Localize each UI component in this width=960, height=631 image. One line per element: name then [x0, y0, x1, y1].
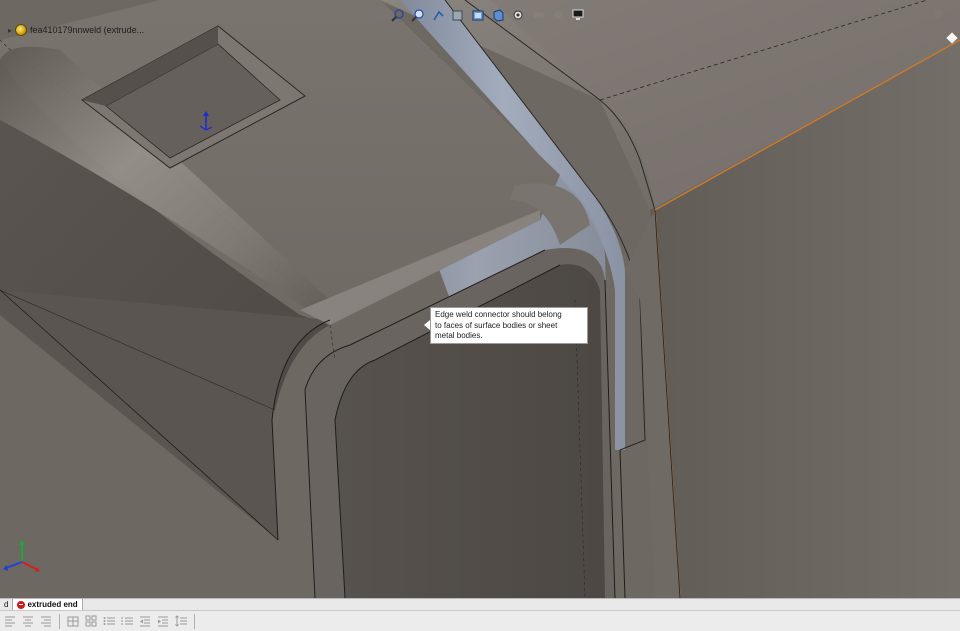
callout-line-3: metal bodies. [435, 331, 483, 340]
zoom-to-area-icon[interactable] [410, 7, 426, 23]
view-orientation-triad-icon [3, 540, 40, 572]
error-callout: Edge weld connector should belong to fac… [430, 307, 588, 344]
grid-icon[interactable] [84, 614, 98, 628]
expand-arrow-icon[interactable]: ▸ [8, 26, 12, 35]
reference-triad-icon [199, 111, 213, 131]
zoom-to-fit-icon[interactable] [390, 7, 406, 23]
view-orientation-icon[interactable] [470, 7, 486, 23]
view-settings-icon[interactable] [570, 7, 586, 23]
tab-model[interactable]: d [0, 599, 14, 610]
tab-extruded-end[interactable]: extruded end [13, 599, 83, 610]
indent-increase-icon[interactable] [156, 614, 170, 628]
numbering-icon[interactable] [120, 614, 134, 628]
toolbar-separator [194, 613, 195, 629]
3d-model-scene[interactable] [0, 0, 960, 598]
edit-appearance-icon[interactable] [530, 7, 546, 23]
align-left-icon[interactable] [3, 614, 17, 628]
line-spacing-icon[interactable] [174, 614, 188, 628]
tab-label: extruded end [27, 600, 78, 609]
heads-up-view-toolbar [390, 4, 586, 26]
align-right-icon[interactable] [39, 614, 53, 628]
section-view-icon[interactable] [450, 7, 466, 23]
part-icon [15, 24, 28, 36]
table-icon[interactable] [66, 614, 80, 628]
part-label: fea410179nnweld (extrude... [30, 25, 145, 35]
callout-line-1: Edge weld connector should belong [435, 310, 562, 319]
bullets-icon[interactable] [102, 614, 116, 628]
apply-scene-icon[interactable] [550, 7, 566, 23]
toolbar-separator [59, 613, 60, 629]
indent-decrease-icon[interactable] [138, 614, 152, 628]
tab-label: d [4, 600, 9, 609]
align-center-icon[interactable] [21, 614, 35, 628]
model-tab-bar: d extruded end [0, 598, 960, 610]
graphics-area[interactable]: ▸ fea410179nnweld (extrude... Edge weld … [0, 0, 960, 598]
format-toolbar [0, 610, 960, 631]
callout-line-2: to faces of surface bodies or sheet [435, 320, 558, 330]
rebuild-error-icon [17, 600, 26, 609]
window-restore-icon[interactable] [934, 10, 942, 18]
hide-show-items-icon[interactable] [510, 7, 526, 23]
feature-tree-part-node[interactable]: ▸ fea410179nnweld (extrude... [8, 24, 144, 36]
previous-view-icon[interactable] [430, 7, 446, 23]
display-style-icon[interactable] [490, 7, 506, 23]
